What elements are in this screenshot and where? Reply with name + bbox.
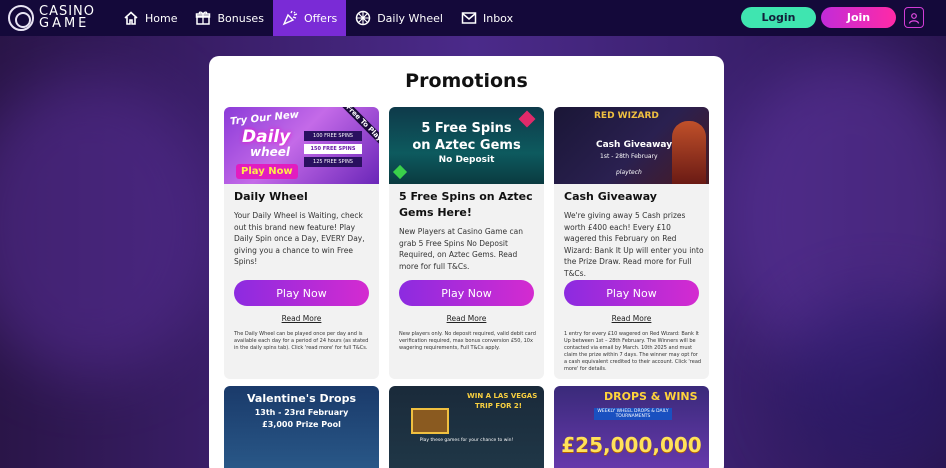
party-popper-icon xyxy=(282,10,298,26)
play-now-button[interactable]: Play Now xyxy=(399,280,534,306)
top-navigation-bar: CASINO GAME Home Bonuses Offers Daily Wh… xyxy=(0,0,946,36)
card-terms: The Daily Wheel can be played once per d… xyxy=(234,331,369,351)
card-description: Your Daily Wheel is Waiting, check out t… xyxy=(234,211,365,266)
banner-line3: Play these games for your chance to win! xyxy=(419,438,514,443)
banner-line1: Try Our New xyxy=(229,109,300,128)
banner-line3: WEEKLY WHEEL DROPS & DAILY TOURNAMENTS xyxy=(594,408,672,420)
banner-line3: 1st - 28th February xyxy=(600,153,658,160)
wheel-rows: 100 FREE SPINS 150 FREE SPINS 125 FREE S… xyxy=(304,131,362,167)
envelope-icon xyxy=(461,12,477,24)
banner-line3: No Deposit xyxy=(438,155,495,165)
page-title: Promotions xyxy=(405,70,528,92)
nav-daily-wheel[interactable]: Daily Wheel xyxy=(346,0,452,36)
nav-bonuses-label: Bonuses xyxy=(217,11,264,25)
read-more-link[interactable]: Read More xyxy=(389,314,544,323)
home-icon xyxy=(124,11,138,25)
casino-logo[interactable]: CASINO GAME xyxy=(8,5,108,31)
read-more-link[interactable]: Read More xyxy=(554,314,709,323)
gift-icon xyxy=(196,11,211,25)
read-more-link[interactable]: Read More xyxy=(224,314,379,323)
logo-text-line2: GAME xyxy=(39,16,90,31)
promo-card-valentines-drops[interactable]: Valentine's Drops 13th - 23rd February £… xyxy=(224,386,379,468)
wizard-figure xyxy=(672,121,706,184)
banner-line1: DROPS & WINS xyxy=(604,390,698,403)
card-description: New Players at Casino Game can grab 5 Fr… xyxy=(399,227,524,271)
banner-brand: playtech xyxy=(616,169,642,176)
nav-home[interactable]: Home xyxy=(114,0,186,36)
promo-card-cash-giveaway: RED WIZARD Cash Giveaway 1st - 28th Febr… xyxy=(554,107,709,379)
banner-line1: RED WIZARD xyxy=(594,111,659,121)
cash-giveaway-banner[interactable]: RED WIZARD Cash Giveaway 1st - 28th Febr… xyxy=(554,107,709,184)
aztec-gems-banner[interactable]: 5 Free Spins on Aztec Gems No Deposit xyxy=(389,107,544,184)
card-description: We're giving away 5 Cash prizes worth £4… xyxy=(564,211,704,278)
user-account-button[interactable] xyxy=(904,7,924,28)
play-now-button[interactable]: Play Now xyxy=(564,280,699,306)
wheel-row: 125 FREE SPINS xyxy=(304,157,362,167)
slot-machine-icon xyxy=(411,408,449,434)
card-terms: New players only. No deposit required, v… xyxy=(399,331,536,351)
banner-line3: £3,000 Prize Pool xyxy=(262,420,341,429)
banner-line2: Cash Giveaway xyxy=(596,140,673,150)
promo-card-daily-wheel: Try Our New Daily wheel Play Now Free To… xyxy=(224,107,379,379)
banner-line1: Valentine's Drops xyxy=(247,392,356,405)
banner-line1: WIN A LAS VEGAS xyxy=(467,392,538,400)
wheel-row: 150 FREE SPINS xyxy=(304,144,362,154)
banner-line2: on Aztec Gems xyxy=(412,138,521,153)
wheel-icon xyxy=(355,10,371,26)
promo-card-drops-wins[interactable]: DROPS & WINS WEEKLY WHEEL DROPS & DAILY … xyxy=(554,386,709,468)
promotions-panel: Promotions Try Our New Daily wheel Play … xyxy=(209,56,724,468)
main-nav: Home Bonuses Offers Daily Wheel Inbox xyxy=(114,0,522,36)
promo-card-las-vegas[interactable]: WIN A LAS VEGAS TRIP FOR 2! Play these g… xyxy=(389,386,544,468)
user-icon xyxy=(908,12,920,24)
card-title: 5 Free Spins on Aztec Gems Here! xyxy=(399,190,533,219)
promo-card-aztec-gems: 5 Free Spins on Aztec Gems No Deposit 5 … xyxy=(389,107,544,379)
gem-icon xyxy=(392,164,408,180)
daily-wheel-banner[interactable]: Try Our New Daily wheel Play Now Free To… xyxy=(224,107,379,184)
banner-line1: 5 Free Spins xyxy=(421,121,512,136)
logo-icon xyxy=(8,5,34,31)
play-now-button[interactable]: Play Now xyxy=(234,280,369,306)
nav-bonuses[interactable]: Bonuses xyxy=(186,0,272,36)
card-title: Daily Wheel xyxy=(234,190,308,203)
wheel-row: 100 FREE SPINS xyxy=(304,131,362,141)
nav-daily-wheel-label: Daily Wheel xyxy=(377,11,443,25)
card-title: Cash Giveaway xyxy=(564,190,657,203)
banner-line2: TRIP FOR 2! xyxy=(475,402,522,410)
nav-home-label: Home xyxy=(145,11,178,25)
login-button[interactable]: Login xyxy=(741,7,816,28)
nav-offers-label: Offers xyxy=(303,11,338,25)
banner-line3: wheel xyxy=(250,145,291,159)
nav-inbox-label: Inbox xyxy=(482,11,514,25)
nav-inbox[interactable]: Inbox xyxy=(452,0,522,36)
banner-line2: Daily xyxy=(242,127,291,147)
banner-line2: 13th - 23rd February xyxy=(254,408,349,417)
join-button[interactable]: Join xyxy=(821,7,896,28)
banner-cta: Play Now xyxy=(236,164,298,179)
nav-offers[interactable]: Offers xyxy=(272,0,347,36)
banner-line2: £25,000,000 xyxy=(561,433,702,457)
card-terms: 1 entry for every £10 wagered on Red Wiz… xyxy=(564,331,702,372)
